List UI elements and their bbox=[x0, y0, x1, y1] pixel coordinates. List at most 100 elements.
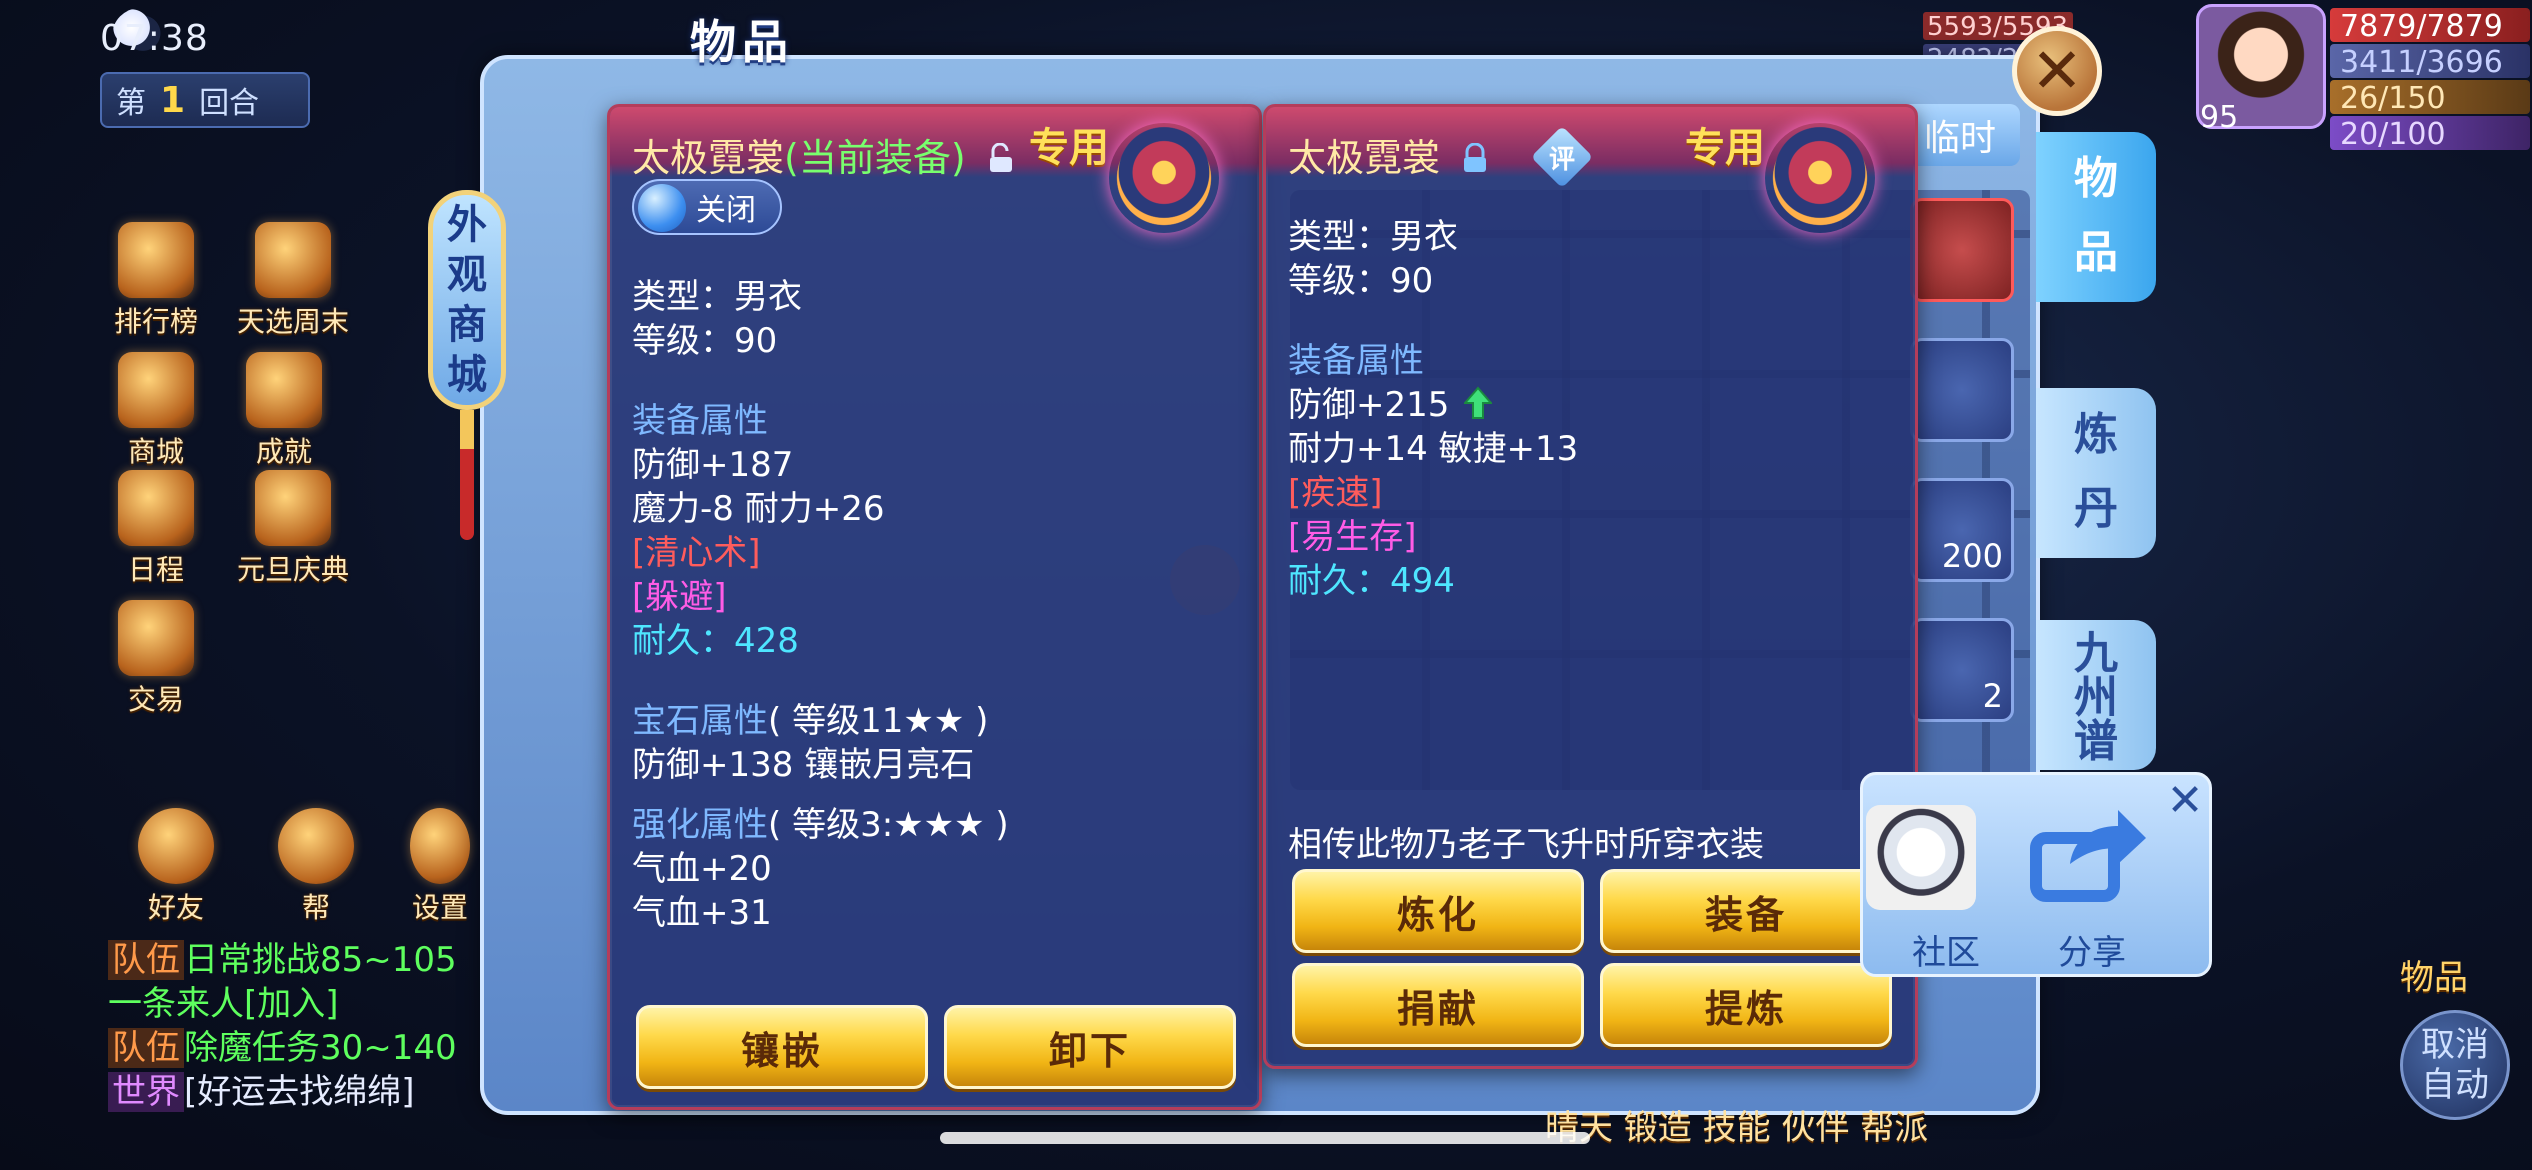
new-year-event-label: 元旦庆典 bbox=[236, 553, 349, 586]
guild-icon bbox=[278, 808, 354, 884]
chat-text: [好运去找绵绵] bbox=[184, 1072, 415, 1112]
home-indicator[interactable] bbox=[940, 1132, 1590, 1144]
tab-items[interactable]: 物 品 bbox=[2036, 132, 2156, 302]
toggle-knob bbox=[638, 184, 686, 232]
shop-tag-char: 外 bbox=[447, 202, 487, 248]
special-effect: [易生存] bbox=[1288, 517, 1417, 557]
share-label: 分享 bbox=[2058, 933, 2126, 973]
shop-button[interactable]: 商城 bbox=[106, 352, 206, 470]
sp-bar: 26/150 bbox=[2330, 80, 2530, 116]
current-equipped-tag: (当前装备) bbox=[784, 136, 966, 180]
durability-label: 耐久： bbox=[1288, 561, 1390, 601]
gem-level: ( 等级11★★ ) bbox=[768, 701, 989, 741]
toggle-label: 关闭 bbox=[696, 193, 756, 228]
special-skill: [疾速] bbox=[1288, 473, 1383, 513]
inventory-slot[interactable]: 2 bbox=[1910, 618, 2014, 722]
chat-line: 队伍 日常挑战85~105 bbox=[108, 938, 457, 982]
achievement-label: 成就 bbox=[255, 435, 312, 468]
ep-bar: 20/100 bbox=[2330, 116, 2530, 152]
share-icon[interactable] bbox=[2030, 802, 2150, 902]
player-level: 95 bbox=[2200, 100, 2239, 135]
chat-channel-team: 队伍 bbox=[108, 940, 184, 980]
cancel-auto-button[interactable]: 取消 自动 bbox=[2400, 1010, 2510, 1120]
tassel-decoration bbox=[460, 410, 474, 540]
chat-line: 世界 [好运去找绵绵] bbox=[108, 1070, 457, 1114]
equip-attr-header: 装备属性 bbox=[632, 401, 768, 441]
trade-label: 交易 bbox=[127, 683, 184, 716]
tab-alchemy-char: 炼 bbox=[2074, 409, 2118, 460]
trade-button[interactable]: 交易 bbox=[106, 600, 206, 718]
share-close-button[interactable]: ✕ bbox=[2163, 779, 2207, 823]
item-type: 类型：男衣 bbox=[1288, 217, 1458, 257]
slot-count: 200 bbox=[1941, 537, 2003, 575]
inventory-slot[interactable]: 200 bbox=[1910, 478, 2014, 582]
exclusive-tag: 专用 bbox=[1029, 125, 1109, 171]
gem-line: 防御+138 镶嵌月亮石 bbox=[632, 745, 975, 785]
chat-text: 一条来人[加入] bbox=[108, 984, 339, 1024]
achievement-button[interactable]: 成就 bbox=[234, 352, 334, 470]
player-status-bars: 7879/7879 3411/3696 26/150 20/100 bbox=[2330, 8, 2530, 152]
unequip-button[interactable]: 卸下 bbox=[944, 1005, 1236, 1089]
round-counter: 第 1 回合 bbox=[100, 72, 310, 128]
round-suffix: 回合 bbox=[199, 86, 260, 121]
inventory-slot[interactable] bbox=[1910, 338, 2014, 442]
settings-button[interactable]: 设置 bbox=[400, 808, 480, 926]
compare-item-card: 太极霓裳 评 专用 类型：男衣 等级：90 装备属性 防御+215 耐力+14 … bbox=[1263, 104, 1918, 1069]
stat-up-arrow-icon bbox=[1464, 386, 1493, 419]
bottom-items-button[interactable]: 物品 bbox=[2400, 950, 2468, 999]
attr-line: 耐力+14 敏捷+13 bbox=[1288, 429, 1579, 469]
attr-line: 魔力-8 耐力+26 bbox=[632, 489, 885, 529]
schedule-icon bbox=[118, 470, 194, 546]
display-toggle[interactable]: 关闭 bbox=[632, 179, 782, 235]
appearance-shop-tag[interactable]: 外 观 商 城 bbox=[428, 190, 506, 410]
community-icon[interactable] bbox=[1866, 805, 1976, 910]
item-description: 相传此物乃老子飞升时所穿衣装 bbox=[1288, 825, 1764, 865]
temp-bag-tab[interactable]: 临时 bbox=[1900, 104, 2020, 166]
weekend-event-button[interactable]: 天选周末 bbox=[228, 222, 358, 340]
friends-label: 好友 bbox=[147, 891, 204, 924]
close-button[interactable]: ✕ bbox=[2012, 26, 2102, 116]
round-prefix: 第 bbox=[116, 86, 146, 121]
ranking-icon bbox=[118, 222, 194, 298]
tab-jiuzhou[interactable]: 九 州 谱 bbox=[2036, 620, 2156, 770]
friends-icon bbox=[138, 808, 214, 884]
bottom-menu-bar[interactable]: 晴天 锻造 技能 伙伴 帮派 bbox=[1545, 1100, 1928, 1149]
inventory-slot[interactable] bbox=[1910, 198, 2014, 302]
friends-button[interactable]: 好友 bbox=[126, 808, 226, 926]
achievement-icon bbox=[246, 352, 322, 428]
chat-channel-world: 世界 bbox=[108, 1072, 184, 1112]
new-year-event-button[interactable]: 元旦庆典 bbox=[228, 470, 358, 588]
durability: 耐久：494 bbox=[1288, 559, 1895, 603]
chat-line: 队伍 除魔任务30~140 bbox=[108, 1026, 457, 1070]
equip-button[interactable]: 装备 bbox=[1600, 869, 1892, 953]
shop-icon bbox=[118, 352, 194, 428]
chat-line: 一条来人[加入] bbox=[108, 982, 457, 1026]
tab-jiuzhou-char: 九 bbox=[2074, 628, 2118, 679]
refine-button[interactable]: 炼化 bbox=[1292, 869, 1584, 953]
slot-count: 2 bbox=[1982, 677, 2003, 715]
tab-jiuzhou-char: 谱 bbox=[2074, 716, 2118, 767]
item-name-text: 太极霓裳 bbox=[632, 136, 785, 180]
ranking-button[interactable]: 排行榜 bbox=[106, 222, 206, 340]
schedule-button[interactable]: 日程 bbox=[106, 470, 206, 588]
gear-icon bbox=[410, 808, 470, 884]
tab-alchemy-char: 丹 bbox=[2074, 483, 2118, 534]
attr-line: 防御+187 bbox=[632, 445, 794, 485]
tab-alchemy[interactable]: 炼 丹 bbox=[2036, 388, 2156, 558]
enhance-header-text: 强化属性 bbox=[632, 805, 768, 845]
chat-log[interactable]: 队伍 日常挑战85~105 一条来人[加入] 队伍 除魔任务30~140 世界 [好运… bbox=[108, 938, 457, 1114]
item-attributes: 类型：男衣 等级：90 装备属性 防御+215 耐力+14 敏捷+13 [疾速]… bbox=[1288, 167, 1895, 603]
ranking-label: 排行榜 bbox=[113, 305, 198, 338]
inlay-button[interactable]: 镶嵌 bbox=[636, 1005, 928, 1089]
enhance-line: 气血+31 bbox=[632, 893, 772, 933]
unlock-icon[interactable] bbox=[988, 143, 1014, 173]
attr-text: 防御+215 bbox=[1288, 385, 1450, 425]
extract-button[interactable]: 提炼 bbox=[1600, 963, 1892, 1047]
community-label: 社区 bbox=[1912, 933, 1980, 973]
enhance-line: 气血+20 bbox=[632, 849, 772, 889]
guild-button[interactable]: 帮 bbox=[266, 808, 366, 926]
tab-jiuzhou-char: 州 bbox=[2074, 672, 2118, 723]
donate-button[interactable]: 捐献 bbox=[1292, 963, 1584, 1047]
durability-value: 494 bbox=[1390, 561, 1455, 601]
mp-bar: 3411/3696 bbox=[2330, 44, 2530, 80]
